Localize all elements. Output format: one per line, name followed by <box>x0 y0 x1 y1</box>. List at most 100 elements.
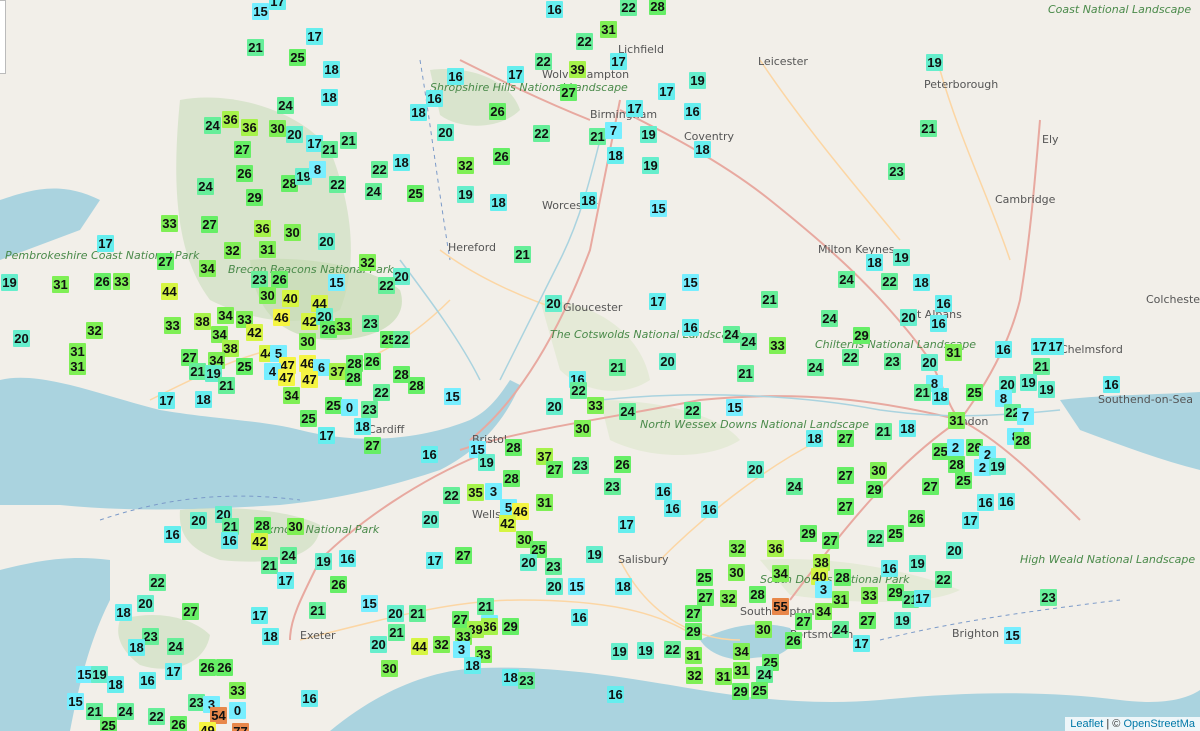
map-marker[interactable]: 22 <box>620 0 637 16</box>
map-marker[interactable]: 19 <box>893 249 910 266</box>
map-marker[interactable]: 27 <box>859 612 876 629</box>
map-marker[interactable]: 16 <box>930 315 947 332</box>
map-marker[interactable]: 24 <box>365 183 382 200</box>
map-marker[interactable]: 20 <box>387 605 404 622</box>
map-marker[interactable]: 15 <box>568 578 585 595</box>
map-marker[interactable]: 77 <box>232 723 249 731</box>
map-marker[interactable]: 20 <box>190 512 207 529</box>
map-marker[interactable]: 18 <box>694 141 711 158</box>
map-marker[interactable]: 16 <box>701 501 718 518</box>
map-marker[interactable]: 20 <box>286 126 303 143</box>
map-marker[interactable]: 26 <box>236 165 253 182</box>
map-marker[interactable]: 8 <box>309 161 326 178</box>
map-marker[interactable]: 55 <box>772 598 789 615</box>
map-marker[interactable]: 20 <box>520 554 537 571</box>
map-marker[interactable]: 27 <box>157 253 174 270</box>
map-marker[interactable]: 25 <box>289 49 306 66</box>
map-marker[interactable]: 27 <box>455 547 472 564</box>
map-view[interactable]: Shropshire Hills National Landscape Pembr… <box>0 0 1200 731</box>
map-marker[interactable]: 21 <box>388 624 405 641</box>
map-marker[interactable]: 18 <box>128 639 145 656</box>
map-marker[interactable]: 19 <box>586 546 603 563</box>
map-marker[interactable]: 24 <box>204 117 221 134</box>
map-marker[interactable]: 22 <box>329 176 346 193</box>
map-marker[interactable]: 25 <box>100 717 117 731</box>
map-marker[interactable]: 42 <box>251 533 268 550</box>
map-marker[interactable]: 20 <box>437 124 454 141</box>
map-marker[interactable]: 33 <box>113 273 130 290</box>
map-marker[interactable]: 20 <box>946 542 963 559</box>
map-marker[interactable]: 19 <box>1038 381 1055 398</box>
map-marker[interactable]: 17 <box>507 66 524 83</box>
map-marker[interactable]: 16 <box>139 672 156 689</box>
map-marker[interactable]: 32 <box>720 590 737 607</box>
map-marker[interactable]: 19 <box>315 553 332 570</box>
map-marker[interactable]: 25 <box>325 397 342 414</box>
map-marker[interactable]: 42 <box>246 324 263 341</box>
map-marker[interactable]: 25 <box>887 525 904 542</box>
map-marker[interactable]: 27 <box>234 141 251 158</box>
map-marker[interactable]: 18 <box>607 147 624 164</box>
map-marker[interactable]: 16 <box>977 494 994 511</box>
map-marker[interactable]: 22 <box>664 641 681 658</box>
map-marker[interactable]: 16 <box>664 500 681 517</box>
map-marker[interactable]: 17 <box>165 663 182 680</box>
map-marker[interactable]: 17 <box>277 572 294 589</box>
map-marker[interactable]: 16 <box>339 550 356 567</box>
map-marker[interactable]: 25 <box>955 472 972 489</box>
map-marker[interactable]: 26 <box>170 716 187 731</box>
map-marker[interactable]: 20 <box>318 233 335 250</box>
map-marker[interactable]: 18 <box>354 418 371 435</box>
map-marker[interactable]: 30 <box>728 564 745 581</box>
map-marker[interactable]: 17 <box>962 512 979 529</box>
map-marker[interactable]: 21 <box>218 377 235 394</box>
map-marker[interactable]: 24 <box>807 359 824 376</box>
map-marker[interactable]: 24 <box>838 271 855 288</box>
map-marker[interactable]: 27 <box>182 603 199 620</box>
map-marker[interactable]: 20 <box>921 354 938 371</box>
map-marker[interactable]: 16 <box>447 68 464 85</box>
map-marker[interactable]: 33 <box>335 318 352 335</box>
map-marker[interactable]: 22 <box>443 487 460 504</box>
map-marker[interactable]: 18 <box>464 657 481 674</box>
map-marker[interactable]: 33 <box>861 587 878 604</box>
map-marker[interactable]: 17 <box>97 235 114 252</box>
map-marker[interactable]: 20 <box>545 295 562 312</box>
map-marker[interactable]: 27 <box>837 467 854 484</box>
map-marker[interactable]: 17 <box>658 83 675 100</box>
map-marker[interactable]: 18 <box>580 192 597 209</box>
map-marker[interactable]: 47 <box>278 369 295 386</box>
map-marker[interactable]: 18 <box>195 391 212 408</box>
map-marker[interactable]: 17 <box>306 28 323 45</box>
map-marker[interactable]: 27 <box>560 84 577 101</box>
map-marker[interactable]: 27 <box>822 532 839 549</box>
map-marker[interactable]: 19 <box>1020 374 1037 391</box>
map-marker[interactable]: 24 <box>821 310 838 327</box>
map-marker[interactable]: 32 <box>457 157 474 174</box>
map-marker[interactable]: 30 <box>299 333 316 350</box>
map-marker[interactable]: 20 <box>546 578 563 595</box>
map-marker[interactable]: 21 <box>920 120 937 137</box>
map-marker[interactable]: 19 <box>642 157 659 174</box>
map-marker[interactable]: 18 <box>866 254 883 271</box>
map-marker[interactable]: 21 <box>761 291 778 308</box>
map-marker[interactable]: 21 <box>340 132 357 149</box>
map-marker[interactable]: 16 <box>426 90 443 107</box>
map-marker[interactable]: 16 <box>684 103 701 120</box>
map-marker[interactable]: 32 <box>224 242 241 259</box>
map-marker[interactable]: 36 <box>254 220 271 237</box>
map-marker[interactable]: 34 <box>772 565 789 582</box>
map-marker[interactable]: 32 <box>729 540 746 557</box>
map-marker[interactable]: 17 <box>426 552 443 569</box>
map-marker[interactable]: 25 <box>300 410 317 427</box>
map-marker[interactable]: 26 <box>199 659 216 676</box>
map-marker[interactable]: 24 <box>280 547 297 564</box>
map-marker[interactable]: 24 <box>832 621 849 638</box>
map-marker[interactable]: 29 <box>502 618 519 635</box>
map-marker[interactable]: 15 <box>361 595 378 612</box>
map-marker[interactable]: 46 <box>273 309 290 326</box>
map-marker[interactable]: 19 <box>457 186 474 203</box>
map-marker[interactable]: 31 <box>52 276 69 293</box>
map-marker[interactable]: 28 <box>834 569 851 586</box>
map-marker[interactable]: 20 <box>370 636 387 653</box>
